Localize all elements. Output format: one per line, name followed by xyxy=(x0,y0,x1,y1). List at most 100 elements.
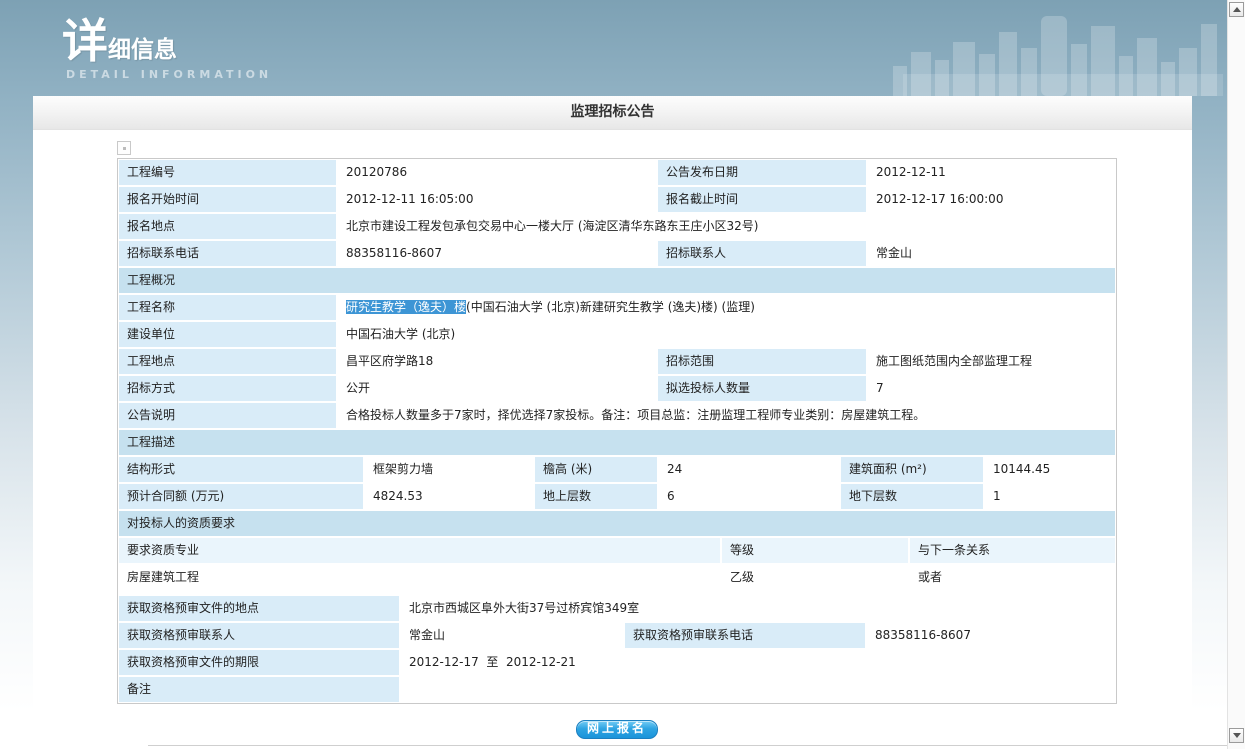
field-value: 24 xyxy=(659,457,839,482)
field-value: 20120786 xyxy=(338,160,656,185)
city-skyline-graphic xyxy=(893,4,1223,96)
field-value: 2012-12-17 至 2012-12-21 xyxy=(401,650,1115,675)
field-value: 6 xyxy=(659,484,839,509)
content-panel: 监理招标公告 工程编号 20120786 公告发布日期 2012-12-11 报… xyxy=(33,96,1192,741)
field-label: 公告说明 xyxy=(119,403,336,428)
field-label: 建筑面积 (m²) xyxy=(841,457,983,482)
table-row: 公告说明 合格投标人数量多于7家时，择优选择7家投标。备注：项目总监：注册监理工… xyxy=(119,403,1115,428)
field-value: 北京市建设工程发包承包交易中心一楼大厅 (海淀区清华东路东王庄小区32号) xyxy=(338,214,1115,239)
vertical-scrollbar[interactable] xyxy=(1227,0,1245,749)
field-label: 预计合同额 (万元) xyxy=(119,484,363,509)
table-row: 结构形式 框架剪力墙 檐高 (米) 24 建筑面积 (m²) 10144.45 xyxy=(119,457,1115,482)
online-signup-button[interactable]: 网上报名 xyxy=(576,720,658,739)
field-value: 7 xyxy=(868,376,1115,401)
table-row: 工程名称 研究生教学（逸夫）楼(中国石油大学 (北京)新建研究生教学 (逸夫)楼… xyxy=(119,295,1115,320)
logo-subtitle: DETAIL INFORMATION xyxy=(66,68,272,81)
field-label: 招标范围 xyxy=(658,349,866,374)
field-value: 北京市西城区阜外大街37号过桥宾馆349室 xyxy=(401,596,1115,621)
table-row: 报名开始时间 2012-12-11 16:05:00 报名截止时间 2012-1… xyxy=(119,187,1115,212)
detail-table: 工程编号 20120786 公告发布日期 2012-12-11 报名开始时间 2… xyxy=(117,158,1117,704)
section-header-row: 对投标人的资质要求 xyxy=(119,511,1115,536)
field-value: 公开 xyxy=(338,376,656,401)
field-label: 檐高 (米) xyxy=(535,457,657,482)
field-value: 常金山 xyxy=(868,241,1115,266)
field-label: 拟选投标人数量 xyxy=(658,376,866,401)
table-row: 招标联系电话 88358116-8607 招标联系人 常金山 xyxy=(119,241,1115,266)
qualification-specialty: 房屋建筑工程 xyxy=(119,565,720,590)
field-label: 建设单位 xyxy=(119,322,336,347)
field-label: 工程编号 xyxy=(119,160,336,185)
field-label: 工程地点 xyxy=(119,349,336,374)
field-label: 获取资格预审文件的地点 xyxy=(119,596,399,621)
field-label: 报名地点 xyxy=(119,214,336,239)
bottom-divider xyxy=(148,745,1227,746)
field-label: 备注 xyxy=(119,677,399,702)
field-value: 2012-12-17 16:00:00 xyxy=(868,187,1115,212)
field-value: 1 xyxy=(985,484,1115,509)
scroll-up-icon xyxy=(1233,7,1241,12)
field-value: 合格投标人数量多于7家时，择优选择7家投标。备注：项目总监：注册监理工程师专业类… xyxy=(338,403,1115,428)
section-header: 工程描述 xyxy=(119,430,1115,455)
column-header: 要求资质专业 xyxy=(119,538,720,563)
table-row: 预计合同额 (万元) 4824.53 地上层数 6 地下层数 1 xyxy=(119,484,1115,509)
field-label: 报名截止时间 xyxy=(658,187,866,212)
section-header: 工程概况 xyxy=(119,268,1115,293)
field-label: 招标联系电话 xyxy=(119,241,336,266)
field-label: 公告发布日期 xyxy=(658,160,866,185)
table-row: 获取资格预审联系人 常金山 获取资格预审联系电话 88358116-8607 xyxy=(119,623,1115,648)
field-label: 获取资格预审联系电话 xyxy=(625,623,865,648)
section-header-row: 工程描述 xyxy=(119,430,1115,455)
field-label: 地上层数 xyxy=(535,484,657,509)
table-row: 工程地点 昌平区府学路18 招标范围 施工图纸范围内全部监理工程 xyxy=(119,349,1115,374)
table-row: 工程编号 20120786 公告发布日期 2012-12-11 xyxy=(119,160,1115,185)
page-title: 监理招标公告 xyxy=(33,96,1192,130)
scroll-down-button[interactable] xyxy=(1229,728,1244,743)
field-value xyxy=(401,677,1115,702)
table-row: 报名地点 北京市建设工程发包承包交易中心一楼大厅 (海淀区清华东路东王庄小区32… xyxy=(119,214,1115,239)
table-row: 获取资格预审文件的地点 北京市西城区阜外大街37号过桥宾馆349室 xyxy=(119,596,1115,621)
section-header-row: 工程概况 xyxy=(119,268,1115,293)
field-value: 88358116-8607 xyxy=(867,623,1115,648)
logo-title-big: 详 xyxy=(62,14,108,68)
field-label: 招标方式 xyxy=(119,376,336,401)
button-row: 网上报名 xyxy=(117,720,1117,739)
table-row: 获取资格预审文件的期限 2012-12-17 至 2012-12-21 xyxy=(119,650,1115,675)
field-value: 中国石油大学 (北京) xyxy=(338,322,1115,347)
table-row: 备注 xyxy=(119,677,1115,702)
field-value: 10144.45 xyxy=(985,457,1115,482)
qualification-header-row: 要求资质专业 等级 与下一条关系 xyxy=(119,538,1115,563)
site-logo: 详细信息 DETAIL INFORMATION xyxy=(62,18,272,81)
column-header: 等级 xyxy=(722,538,908,563)
field-value: 2012-12-11 xyxy=(868,160,1115,185)
scroll-up-button[interactable] xyxy=(1229,2,1244,17)
project-name-rest: (中国石油大学 (北京)新建研究生教学 (逸夫)楼) (监理) xyxy=(466,300,755,314)
broken-image-placeholder xyxy=(117,141,131,155)
field-value: 施工图纸范围内全部监理工程 xyxy=(868,349,1115,374)
field-value: 框架剪力墙 xyxy=(365,457,533,482)
qualification-grade: 乙级 xyxy=(722,565,908,590)
field-value: 2012-12-11 16:05:00 xyxy=(338,187,656,212)
field-label: 结构形式 xyxy=(119,457,363,482)
logo-title-small: 细信息 xyxy=(108,37,177,63)
qualification-relation: 或者 xyxy=(910,565,1115,590)
field-value: 88358116-8607 xyxy=(338,241,656,266)
scroll-down-icon xyxy=(1233,733,1241,738)
qualification-data-row: 房屋建筑工程 乙级 或者 xyxy=(119,565,1115,590)
field-value: 昌平区府学路18 xyxy=(338,349,656,374)
field-label: 报名开始时间 xyxy=(119,187,336,212)
page-banner: 详细信息 DETAIL INFORMATION xyxy=(0,0,1245,96)
field-value: 4824.53 xyxy=(365,484,533,509)
logo-title: 详细信息 xyxy=(62,18,272,64)
section-header: 对投标人的资质要求 xyxy=(119,511,1115,536)
field-label: 获取资格预审联系人 xyxy=(119,623,399,648)
field-value: 常金山 xyxy=(401,623,623,648)
field-label: 工程名称 xyxy=(119,295,336,320)
selected-text: 研究生教学（逸夫）楼 xyxy=(346,300,466,314)
column-header: 与下一条关系 xyxy=(910,538,1115,563)
panel-content: 工程编号 20120786 公告发布日期 2012-12-11 报名开始时间 2… xyxy=(33,130,1192,739)
field-label: 招标联系人 xyxy=(658,241,866,266)
table-row: 招标方式 公开 拟选投标人数量 7 xyxy=(119,376,1115,401)
table-row: 建设单位 中国石油大学 (北京) xyxy=(119,322,1115,347)
field-label: 地下层数 xyxy=(841,484,983,509)
field-value project-name: 研究生教学（逸夫）楼(中国石油大学 (北京)新建研究生教学 (逸夫)楼) (监理… xyxy=(338,295,1115,320)
